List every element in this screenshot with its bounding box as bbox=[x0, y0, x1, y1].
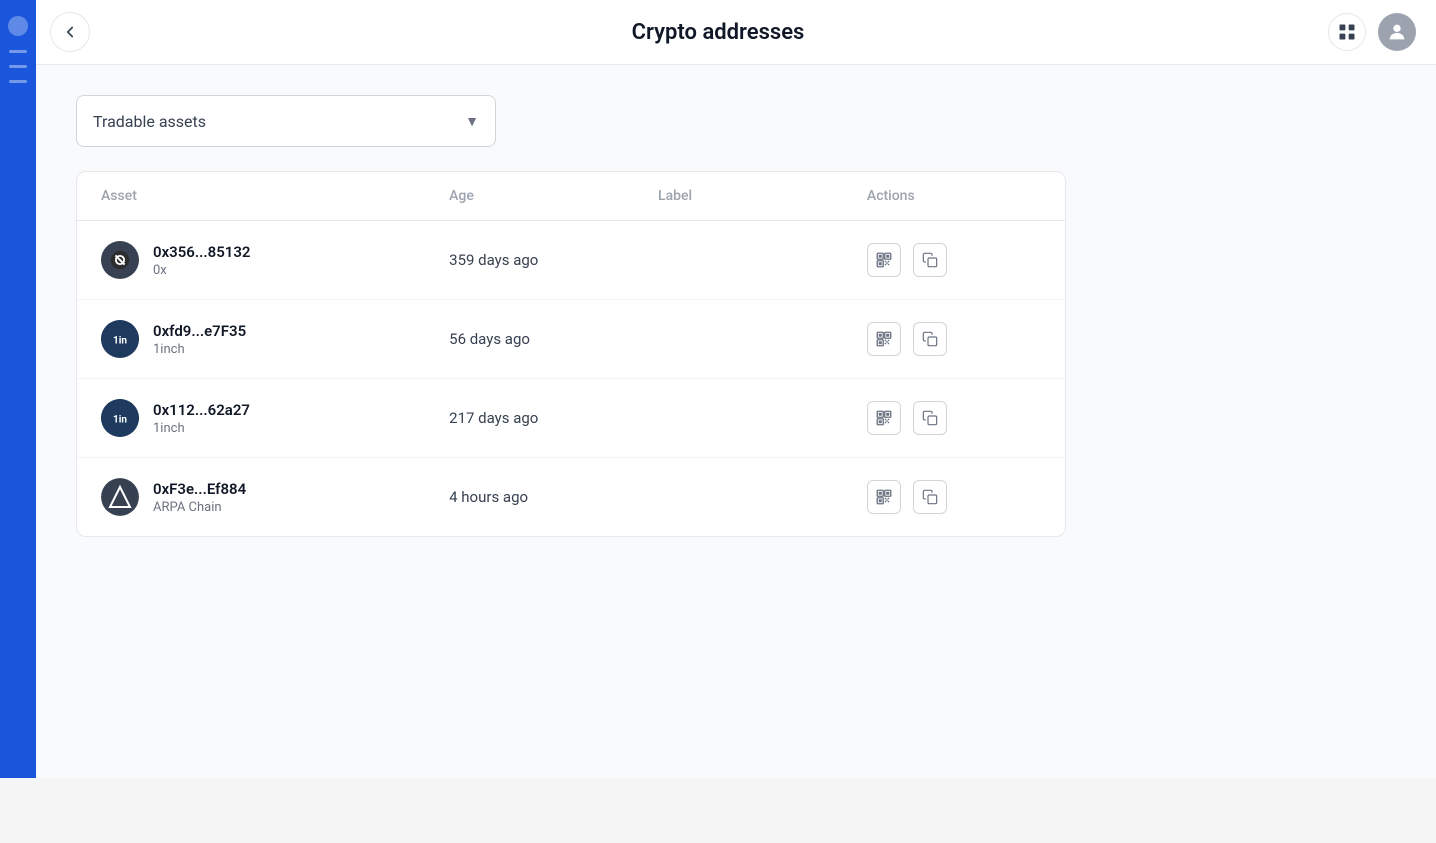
asset-info-2: 0xfd9...e7F35 1inch bbox=[153, 322, 246, 357]
crypto-addresses-table: Asset Age Label Actions 0x356...85132 0x bbox=[76, 171, 1066, 537]
table-row: 0xF3e...Ef884 ARPA Chain 4 hours ago bbox=[77, 458, 1065, 536]
asset-icon-1 bbox=[101, 241, 139, 279]
header-right bbox=[1328, 13, 1416, 51]
copy-icon-1 bbox=[922, 252, 938, 268]
crypto-icon-1inch-1: 1in bbox=[101, 320, 139, 358]
qr-icon-4 bbox=[875, 488, 893, 506]
asset-info-4: 0xF3e...Ef884 ARPA Chain bbox=[153, 480, 246, 515]
crypto-icon-arpa bbox=[101, 478, 139, 516]
asset-cell-3: 1in 0x112...62a27 1inch bbox=[101, 399, 449, 437]
asset-cell-2: 1in 0xfd9...e7F35 1inch bbox=[101, 320, 449, 358]
column-actions: Actions bbox=[867, 188, 1041, 204]
qr-icon-3 bbox=[875, 409, 893, 427]
qr-button-1[interactable] bbox=[867, 243, 901, 277]
actions-cell-2 bbox=[867, 322, 1041, 356]
filter-container: Tradable assets ▼ bbox=[76, 95, 1396, 147]
asset-cell-1: 0x356...85132 0x bbox=[101, 241, 449, 279]
crypto-icon-0x bbox=[109, 249, 131, 271]
grid-menu-button[interactable] bbox=[1328, 13, 1366, 51]
asset-token-2: 1inch bbox=[153, 342, 246, 357]
asset-icon-2: 1in bbox=[101, 320, 139, 358]
dropdown-selected-value: Tradable assets bbox=[93, 112, 206, 131]
copy-button-3[interactable] bbox=[913, 401, 947, 435]
copy-button-1[interactable] bbox=[913, 243, 947, 277]
dropdown-arrow-icon: ▼ bbox=[465, 113, 479, 130]
actions-cell-4 bbox=[867, 480, 1041, 514]
sidebar-indicator bbox=[8, 16, 28, 36]
page-title: Crypto addresses bbox=[632, 20, 805, 45]
back-button[interactable] bbox=[50, 12, 90, 52]
actions-cell-3 bbox=[867, 401, 1041, 435]
qr-button-4[interactable] bbox=[867, 480, 901, 514]
avatar-icon bbox=[1386, 21, 1408, 43]
column-asset: Asset bbox=[101, 188, 449, 204]
sidebar bbox=[0, 0, 36, 778]
sidebar-item-1 bbox=[9, 50, 27, 53]
asset-address-3: 0x112...62a27 bbox=[153, 401, 250, 419]
asset-cell-4: 0xF3e...Ef884 ARPA Chain bbox=[101, 478, 449, 516]
header-left bbox=[50, 12, 90, 52]
asset-info-3: 0x112...62a27 1inch bbox=[153, 401, 250, 436]
asset-address-2: 0xfd9...e7F35 bbox=[153, 322, 246, 340]
asset-token-1: 0x bbox=[153, 263, 251, 278]
column-label: Label bbox=[658, 188, 867, 204]
copy-button-4[interactable] bbox=[913, 480, 947, 514]
grid-icon bbox=[1337, 22, 1357, 42]
copy-button-2[interactable] bbox=[913, 322, 947, 356]
table-row: 1in 0xfd9...e7F35 1inch 56 days ago bbox=[77, 300, 1065, 379]
qr-icon-1 bbox=[875, 251, 893, 269]
age-cell-3: 217 days ago bbox=[449, 409, 658, 427]
qr-icon-2 bbox=[875, 330, 893, 348]
main-content: Tradable assets ▼ Asset Age Label Action… bbox=[36, 65, 1436, 778]
asset-address-4: 0xF3e...Ef884 bbox=[153, 480, 246, 498]
qr-button-2[interactable] bbox=[867, 322, 901, 356]
user-avatar[interactable] bbox=[1378, 13, 1416, 51]
actions-cell-1 bbox=[867, 243, 1041, 277]
asset-info-1: 0x356...85132 0x bbox=[153, 243, 251, 278]
asset-token-4: ARPA Chain bbox=[153, 500, 246, 515]
table-row: 0x356...85132 0x 359 days ago bbox=[77, 221, 1065, 300]
table-header: Asset Age Label Actions bbox=[77, 172, 1065, 221]
asset-address-1: 0x356...85132 bbox=[153, 243, 251, 261]
asset-token-3: 1inch bbox=[153, 421, 250, 436]
asset-icon-3: 1in bbox=[101, 399, 139, 437]
sidebar-item-2 bbox=[9, 65, 27, 68]
column-age: Age bbox=[449, 188, 658, 204]
crypto-icon-1inch-2: 1in bbox=[101, 399, 139, 437]
age-cell-2: 56 days ago bbox=[449, 330, 658, 348]
back-icon bbox=[61, 23, 79, 41]
svg-text:1in: 1in bbox=[113, 415, 127, 426]
sidebar-item-3 bbox=[9, 80, 27, 83]
copy-icon-3 bbox=[922, 410, 938, 426]
header: Crypto addresses bbox=[0, 0, 1436, 65]
qr-button-3[interactable] bbox=[867, 401, 901, 435]
age-cell-4: 4 hours ago bbox=[449, 488, 658, 506]
asset-filter-dropdown[interactable]: Tradable assets ▼ bbox=[76, 95, 496, 147]
copy-icon-2 bbox=[922, 331, 938, 347]
age-cell-1: 359 days ago bbox=[449, 251, 658, 269]
asset-icon-4 bbox=[101, 478, 139, 516]
table-row: 1in 0x112...62a27 1inch 217 days ago bbox=[77, 379, 1065, 458]
copy-icon-4 bbox=[922, 489, 938, 505]
svg-text:1in: 1in bbox=[113, 336, 127, 347]
